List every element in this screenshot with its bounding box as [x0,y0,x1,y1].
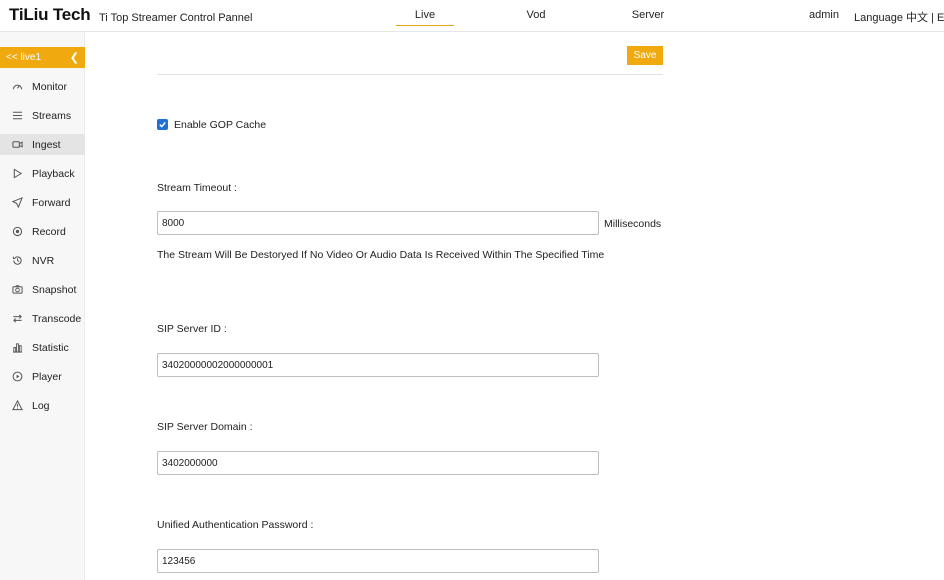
sidebar-header: << live1 ❮ [0,47,85,68]
sidebar-item-forward[interactable]: Forward [0,192,85,213]
stream-timeout-input[interactable] [157,211,599,235]
sidebar-item-record[interactable]: Record [0,221,85,242]
swap-icon [11,313,23,325]
stream-timeout-label: Stream Timeout : [157,182,237,194]
play-icon [11,168,23,180]
top-header: TiLiu Tech Ti Top Streamer Control Panne… [0,0,944,32]
video-camera-icon [11,139,23,151]
tab-live[interactable]: Live [396,9,454,26]
gauge-icon [11,81,23,93]
sidebar-item-streams[interactable]: Streams [0,105,85,126]
sidebar-item-label: Playback [32,167,75,180]
sidebar-item-label: Player [32,370,62,383]
warning-icon [11,400,23,412]
sidebar-item-label: Transcode [32,312,82,325]
stream-timeout-unit: Milliseconds [604,218,662,230]
sidebar-item-label: Forward [32,196,71,209]
sidebar-item-label: Record [32,225,66,238]
sidebar-item-label: Monitor [32,80,68,93]
sidebar-item-snapshot[interactable]: Snapshot [0,279,85,300]
sip-server-id-input[interactable] [157,353,599,377]
sidebar-item-monitor[interactable]: Monitor [0,76,85,97]
sidebar-item-playback[interactable]: Playback [0,163,85,184]
sidebar-item-label: Ingest [32,138,61,151]
sidebar-item-label: NVR [32,254,55,267]
auth-password-label: Unified Authentication Password : [157,519,314,531]
stream-timeout-hint: The Stream Will Be Destoryed If No Video… [157,249,605,261]
sidebar-item-label: Snapshot [32,283,77,296]
camera-icon [11,284,23,296]
history-icon [11,255,23,267]
back-link[interactable]: << live1 [6,52,41,63]
sip-server-domain-input[interactable] [157,451,599,475]
sidebar-item-label: Statistic [32,341,69,354]
sidebar-item-label: Log [32,399,50,412]
settings-panel: Save Enable GOP Cache Stream Timeout : M… [86,32,944,580]
check-icon [159,122,166,128]
app-subtitle: Ti Top Streamer Control Pannel [99,12,253,24]
sidebar-item-player[interactable]: Player [0,366,85,387]
send-icon [11,197,23,209]
language-switch[interactable]: Language 中文 | EN [854,9,944,25]
brand-logo: TiLiu Tech [9,5,91,24]
sidebar-item-label: Streams [32,109,72,122]
record-icon [11,226,23,238]
gop-cache-checkbox[interactable] [157,119,168,130]
sip-server-domain-label: SIP Server Domain : [157,421,253,433]
play-circle-icon [11,371,23,383]
sidebar-item-log[interactable]: Log [0,395,85,416]
gop-cache-label: Enable GOP Cache [174,119,267,131]
sidebar-item-transcode[interactable]: Transcode [0,308,85,329]
chevron-left-icon[interactable]: ❮ [70,51,79,64]
sidebar-item-ingest[interactable]: Ingest [0,134,85,155]
sidebar-item-nvr[interactable]: NVR [0,250,85,271]
tab-vod[interactable]: Vod [520,9,552,21]
sidebar-item-statistic[interactable]: Statistic [0,337,85,358]
save-button[interactable]: Save [627,46,663,65]
sidebar: << live1 ❮ Monitor Streams Ingest Playba… [0,32,85,580]
tab-server[interactable]: Server [628,9,668,21]
user-menu[interactable]: admin [809,9,839,21]
divider [157,74,663,75]
list-icon [11,110,23,122]
sip-server-id-label: SIP Server ID : [157,323,227,335]
bar-chart-icon [11,342,23,354]
auth-password-input[interactable] [157,549,599,573]
